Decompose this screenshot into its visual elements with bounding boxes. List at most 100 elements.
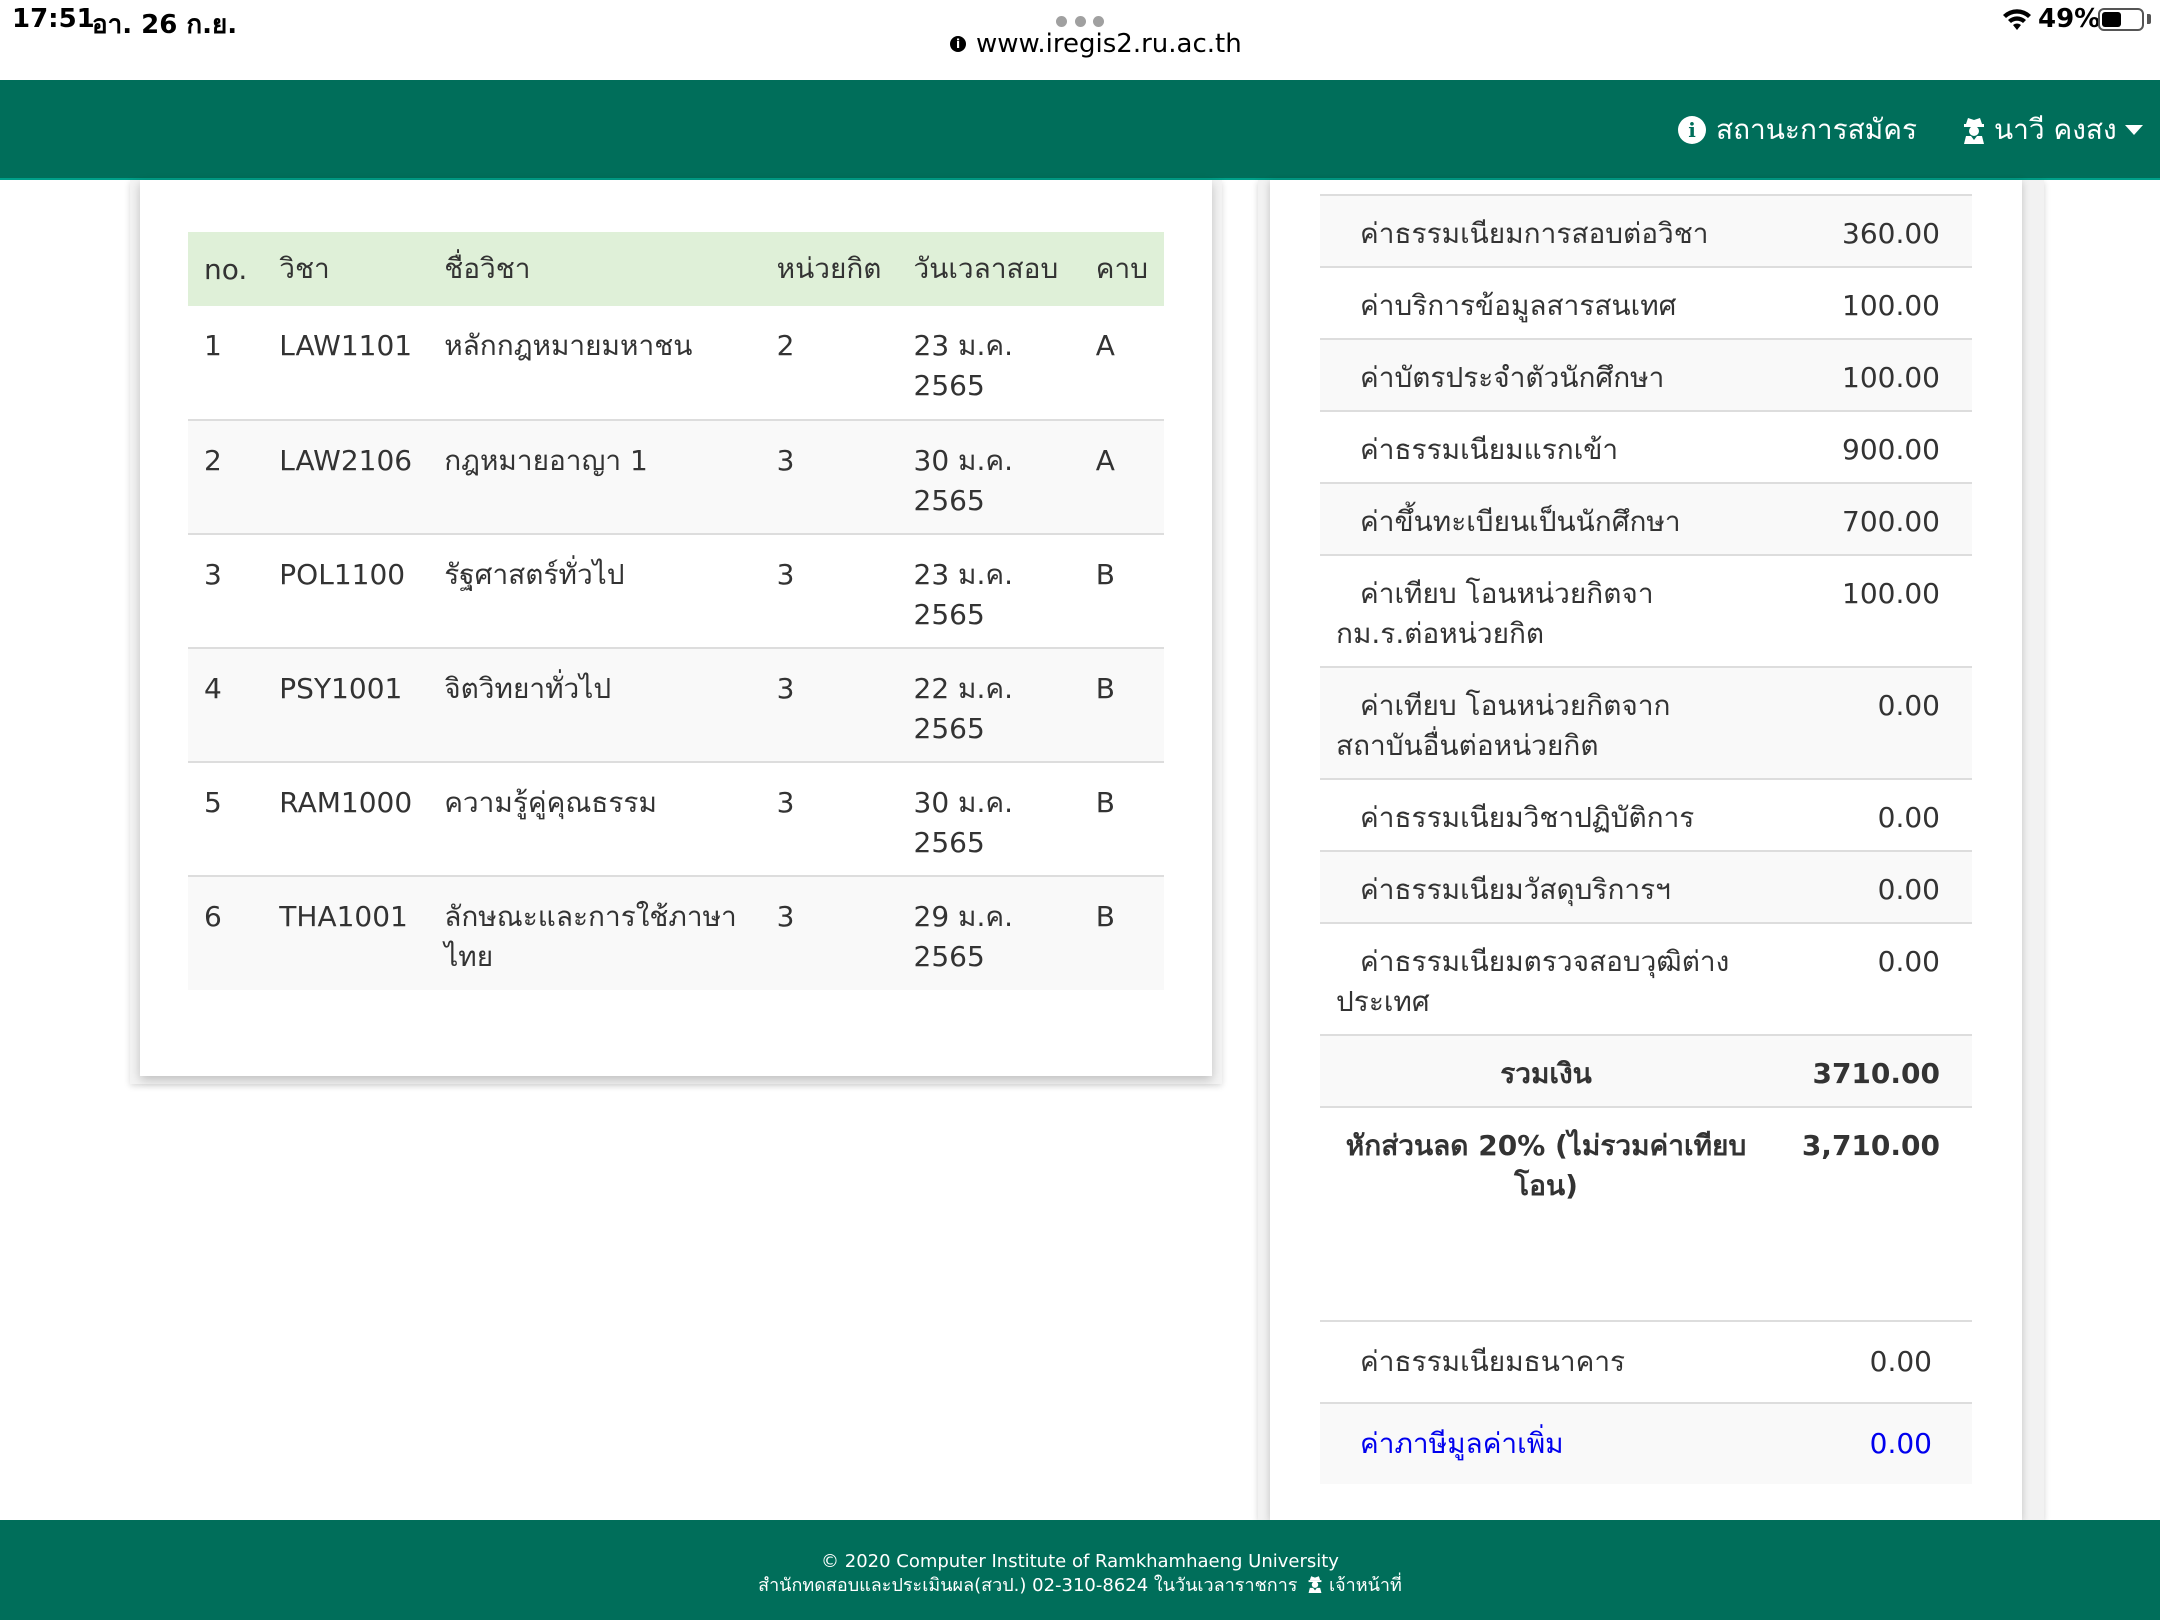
fee-amount: 100.00 bbox=[1772, 266, 1972, 339]
footer-contact-text: สำนักทดสอบและประเมินผล(สวป.) 02-310-8624… bbox=[758, 1575, 1298, 1596]
fee-label: ค่าเทียบ โอนหน่วยกิตจากม.ร.ต่อหน่วยกิต bbox=[1320, 554, 1772, 667]
fee-label: ค่าธรรมเนียมตรวจสอบวุฒิต่างประเทศ bbox=[1320, 922, 1772, 1035]
bank-fee-amount: 0.00 bbox=[1772, 1320, 1972, 1403]
fee-total-label: รวมเงิน bbox=[1320, 1034, 1772, 1107]
cell-exam: 30 ม.ค. 2565 bbox=[897, 761, 1080, 876]
table-header-row: no. วิชา ชื่อวิชา หน่วยกิต วันเวลาสอบ คา… bbox=[188, 232, 1164, 306]
status-bar: 17:51 อา. 26 ก.ย. i www.iregis2.ru.ac.th… bbox=[0, 0, 2160, 80]
wifi-icon bbox=[2003, 9, 2031, 30]
chevron-down-icon bbox=[2124, 125, 2143, 135]
cell-name: รัฐศาสตร์ทั่วไป bbox=[428, 533, 761, 648]
cell-code: PSY1001 bbox=[263, 647, 429, 762]
fee-row: ค่าเทียบ โอนหน่วยกิตจากสถาบันอื่นต่อหน่ว… bbox=[1320, 666, 1972, 779]
cell-exam: 23 ม.ค. 2565 bbox=[897, 533, 1080, 648]
fee-label: ค่าธรรมเนียมวัสดุบริการฯ bbox=[1320, 850, 1772, 923]
fee-amount: 0.00 bbox=[1772, 666, 1972, 779]
cell-period: A bbox=[1079, 419, 1164, 534]
col-header-code: วิชา bbox=[263, 232, 429, 306]
url-text: www.iregis2.ru.ac.th bbox=[976, 29, 1242, 59]
cell-exam: 30 ม.ค. 2565 bbox=[897, 419, 1080, 534]
battery-icon bbox=[2098, 8, 2144, 31]
cell-no: 4 bbox=[188, 647, 264, 762]
nav-user-dropdown[interactable]: นาวี คงสง bbox=[1962, 108, 2143, 152]
site-info-icon[interactable]: i bbox=[950, 36, 966, 52]
cell-no: 2 bbox=[188, 419, 264, 534]
cell-period: B bbox=[1079, 533, 1164, 648]
table-row: 3 POL1100 รัฐศาสตร์ทั่วไป 3 23 ม.ค. 2565… bbox=[188, 533, 1164, 648]
fee-row: ค่าธรรมเนียมวัสดุบริการฯ 0.00 bbox=[1320, 850, 1972, 923]
fee-discount-label: หักส่วนลด 20% (ไม่รวมค่าเทียบโอน) bbox=[1320, 1106, 1772, 1224]
fee-discount-amount: 3,710.00 bbox=[1772, 1106, 1972, 1224]
fee-amount: 100.00 bbox=[1772, 554, 1972, 667]
fee-label: ค่าธรรมเนียมการสอบต่อวิชา bbox=[1320, 194, 1772, 267]
fee-amount: 700.00 bbox=[1772, 482, 1972, 555]
fee-label: ค่าธรรมเนียมแรกเข้า bbox=[1320, 410, 1772, 483]
cell-no: 3 bbox=[188, 533, 264, 648]
cell-name: ความรู้คู่คุณธรรม bbox=[428, 761, 761, 876]
course-card: no. วิชา ชื่อวิชา หน่วยกิต วันเวลาสอบ คา… bbox=[140, 180, 1212, 1076]
fee-amount: 360.00 bbox=[1772, 194, 1972, 267]
table-row: 5 RAM1000 ความรู้คู่คุณธรรม 3 30 ม.ค. 25… bbox=[188, 761, 1164, 876]
fee-card: ค่าธรรมเนียมการสอบต่อวิชา 360.00 ค่าบริก… bbox=[1270, 180, 2022, 1520]
cell-period: B bbox=[1079, 875, 1164, 990]
fee-amount: 0.00 bbox=[1772, 922, 1972, 1035]
fee-discount-row: หักส่วนลด 20% (ไม่รวมค่าเทียบโอน) 3,710.… bbox=[1320, 1106, 1972, 1224]
course-table: no. วิชา ชื่อวิชา หน่วยกิต วันเวลาสอบ คา… bbox=[188, 232, 1164, 990]
fee-label: ค่าบัตรประจำตัวนักศึกษา bbox=[1320, 338, 1772, 411]
nav-user-label: นาวี คงสง bbox=[1994, 113, 2117, 146]
fee-row: ค่าธรรมเนียมวิชาปฏิบัติการ 0.00 bbox=[1320, 778, 1972, 851]
cell-code: LAW1101 bbox=[263, 306, 429, 420]
cell-credits: 3 bbox=[760, 419, 898, 534]
table-row: 2 LAW2106 กฎหมายอาญา 1 3 30 ม.ค. 2565 A bbox=[188, 419, 1164, 534]
fee-row: ค่าธรรมเนียมแรกเข้า 900.00 bbox=[1320, 410, 1972, 483]
cell-credits: 3 bbox=[760, 875, 898, 990]
address-bar[interactable]: i www.iregis2.ru.ac.th bbox=[950, 28, 1242, 60]
fee-row: ค่าบัตรประจำตัวนักศึกษา 100.00 bbox=[1320, 338, 1972, 411]
fee-row: ค่าธรรมเนียมตรวจสอบวุฒิต่างประเทศ 0.00 bbox=[1320, 922, 1972, 1035]
nav-application-status[interactable]: i สถานะการสมัคร bbox=[1678, 108, 1917, 152]
navbar: i สถานะการสมัคร นาวี คงสง bbox=[0, 80, 2160, 180]
nav-status-label: สถานะการสมัคร bbox=[1716, 113, 1917, 146]
fee-row: ค่าธรรมเนียมธนาคาร 0.00 bbox=[1320, 1320, 1972, 1403]
cell-name: ลักษณะและการใช้ภาษาไทย bbox=[428, 875, 761, 990]
multitask-dots-icon[interactable] bbox=[1056, 16, 1104, 28]
footer-staff-link[interactable]: เจ้าหน้าที่ bbox=[1329, 1575, 1402, 1596]
cell-code: POL1100 bbox=[263, 533, 429, 648]
battery-fill bbox=[2102, 12, 2121, 27]
cell-code: THA1001 bbox=[263, 875, 429, 990]
cell-code: RAM1000 bbox=[263, 761, 429, 876]
battery-percent: 49% bbox=[2038, 4, 2101, 34]
footer: © 2020 Computer Institute of Ramkhamhaen… bbox=[0, 1520, 2160, 1620]
cell-credits: 3 bbox=[760, 761, 898, 876]
fee-amount: 100.00 bbox=[1772, 338, 1972, 411]
cell-no: 6 bbox=[188, 875, 264, 990]
cell-exam: 23 ม.ค. 2565 bbox=[897, 306, 1080, 420]
fee-amount: 0.00 bbox=[1772, 850, 1972, 923]
fee-label: ค่าบริการข้อมูลสารสนเทศ bbox=[1320, 266, 1772, 339]
vat-amount: 0.00 bbox=[1772, 1402, 1972, 1484]
fee-row: ค่าธรรมเนียมการสอบต่อวิชา 360.00 bbox=[1320, 194, 1972, 267]
fee-label: ค่าเทียบ โอนหน่วยกิตจากสถาบันอื่นต่อหน่ว… bbox=[1320, 666, 1772, 779]
cell-exam: 22 ม.ค. 2565 bbox=[897, 647, 1080, 762]
cell-code: LAW2106 bbox=[263, 419, 429, 534]
table-row: 1 LAW1101 หลักกฎหมายมหาชน 2 23 ม.ค. 2565… bbox=[188, 306, 1164, 420]
battery-cap bbox=[2147, 14, 2151, 24]
fee-amount: 900.00 bbox=[1772, 410, 1972, 483]
status-date: อา. 26 ก.ย. bbox=[92, 10, 238, 40]
fee-total-amount: 3710.00 bbox=[1772, 1034, 1972, 1107]
cell-name: กฎหมายอาญา 1 bbox=[428, 419, 761, 534]
fee-amount: 0.00 bbox=[1772, 778, 1972, 851]
cell-name: หลักกฎหมายมหาชน bbox=[428, 306, 761, 420]
fee-total-row: รวมเงิน 3710.00 bbox=[1320, 1034, 1972, 1107]
user-secret-icon bbox=[1964, 118, 1984, 144]
col-header-name: ชื่อวิชา bbox=[428, 232, 761, 306]
cell-credits: 3 bbox=[760, 647, 898, 762]
status-time: 17:51 bbox=[12, 4, 95, 34]
col-header-exam-date: วันเวลาสอบ bbox=[897, 232, 1080, 306]
table-row: 4 PSY1001 จิตวิทยาทั่วไป 3 22 ม.ค. 2565 … bbox=[188, 647, 1164, 762]
vat-label[interactable]: ค่าภาษีมูลค่าเพิ่ม bbox=[1320, 1402, 1772, 1484]
fee-row: ค่าเทียบ โอนหน่วยกิตจากม.ร.ต่อหน่วยกิต 1… bbox=[1320, 554, 1972, 667]
footer-contact: สำนักทดสอบและประเมินผล(สวป.) 02-310-8624… bbox=[0, 1574, 2160, 1598]
cell-no: 1 bbox=[188, 306, 264, 420]
col-header-period: คาบ bbox=[1079, 232, 1164, 306]
